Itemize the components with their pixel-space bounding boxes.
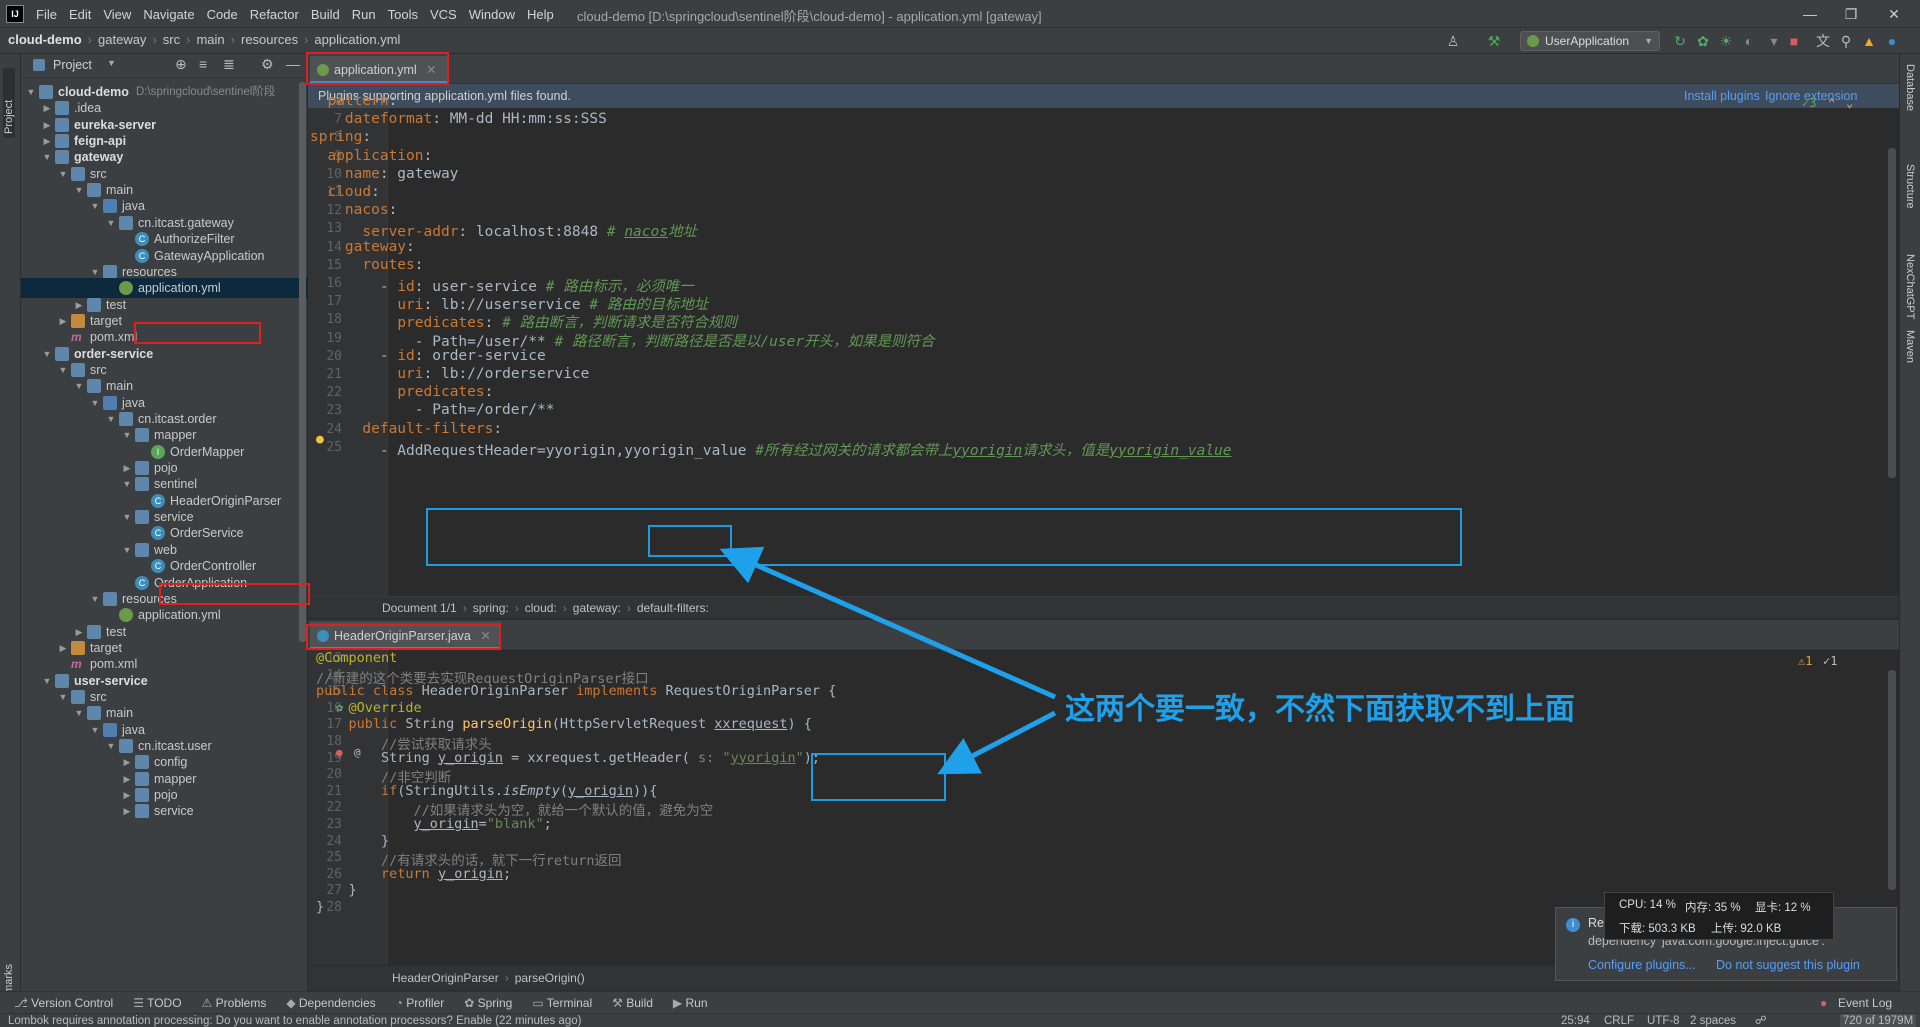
download-rate: 下载: 503.3 KB bbox=[1619, 923, 1696, 935]
upload-rate: 上传: 92.0 KB bbox=[1711, 923, 1782, 935]
line-separator[interactable]: CRLF bbox=[1604, 1014, 1634, 1027]
tool-window-buttons: ⎇ Version Control ☰ TODO ⚠ Problems ◆ Depen… bbox=[14, 992, 728, 1014]
configure-plugins-link[interactable]: Configure plugins... bbox=[1588, 958, 1696, 972]
info-icon: i bbox=[1566, 918, 1580, 932]
tool-window-profiler[interactable]: ◔ Profiler bbox=[396, 992, 445, 1014]
tool-window-version-control[interactable]: ⎇ Version Control bbox=[14, 992, 113, 1014]
do-not-suggest-link[interactable]: Do not suggest this plugin bbox=[1716, 958, 1860, 972]
annotation-note: 这两个要一致，不然下面获取不到上面 bbox=[1065, 692, 1575, 727]
tool-window-run[interactable]: ▶ Run bbox=[673, 992, 708, 1014]
tool-window-spring[interactable]: ✿ Spring bbox=[464, 992, 512, 1014]
arrow-to-yaml bbox=[719, 546, 1057, 700]
status-message[interactable]: Lombok requires annotation processing: D… bbox=[8, 1014, 581, 1027]
arrow-to-java bbox=[937, 710, 1057, 775]
tool-label: Run bbox=[685, 996, 708, 1010]
tool-icon: ⚠ bbox=[201, 996, 216, 1010]
tool-window-dependencies[interactable]: ◆ Dependencies bbox=[286, 992, 375, 1014]
tool-label: Build bbox=[626, 996, 653, 1010]
tool-window-todo[interactable]: ☰ TODO bbox=[133, 992, 181, 1014]
tool-icon: ▭ bbox=[532, 996, 547, 1010]
tool-icon: ☰ bbox=[133, 996, 148, 1010]
tool-icon: ◔ bbox=[395, 996, 407, 1010]
tool-label: Version Control bbox=[31, 996, 114, 1010]
event-log-icon: ● bbox=[1820, 996, 1828, 1010]
annotation-arrows bbox=[719, 546, 1057, 775]
memory-indicator[interactable]: 720 of 1979M bbox=[1840, 1014, 1916, 1027]
tool-label: Spring bbox=[477, 996, 513, 1010]
status-bar: Lombok requires annotation processing: D… bbox=[0, 1013, 1920, 1027]
file-encoding[interactable]: UTF-8 bbox=[1647, 1014, 1680, 1027]
tool-label: Profiler bbox=[406, 996, 445, 1010]
memory-usage: 内存: 35 % bbox=[1685, 902, 1741, 914]
tool-label: TODO bbox=[147, 996, 182, 1010]
tool-label: Dependencies bbox=[298, 996, 376, 1010]
cpu-usage: CPU: 14 % bbox=[1619, 899, 1676, 911]
lock-icon[interactable]: ☍ bbox=[1755, 1014, 1767, 1027]
tool-label: Terminal bbox=[546, 996, 593, 1010]
tool-icon: ⚒ bbox=[612, 996, 627, 1010]
tool-icon: ◆ bbox=[286, 996, 299, 1010]
caret-position[interactable]: 25:94 bbox=[1561, 1014, 1590, 1027]
tool-icon: ▶ bbox=[672, 996, 686, 1010]
tool-label: Problems bbox=[215, 996, 267, 1010]
tool-window-problems[interactable]: ⚠ Problems bbox=[202, 992, 267, 1014]
tool-window-build[interactable]: ⚒ Build bbox=[612, 992, 653, 1014]
system-monitor-overlay: CPU: 14 % 内存: 35 % 显卡: 12 % 下载: 503.3 KB… bbox=[1604, 892, 1834, 940]
tool-icon: ✿ bbox=[464, 996, 478, 1010]
bottom-tool-bar: ⎇ Version Control ☰ TODO ⚠ Problems ◆ Depen… bbox=[0, 991, 1920, 1013]
tool-icon: ⎇ bbox=[14, 996, 32, 1010]
event-log-button[interactable]: Event Log bbox=[1838, 992, 1892, 1014]
tool-window-terminal[interactable]: ▭ Terminal bbox=[532, 992, 592, 1014]
indent-setting[interactable]: 2 spaces bbox=[1690, 1014, 1736, 1027]
gpu-usage: 显卡: 12 % bbox=[1755, 902, 1811, 914]
